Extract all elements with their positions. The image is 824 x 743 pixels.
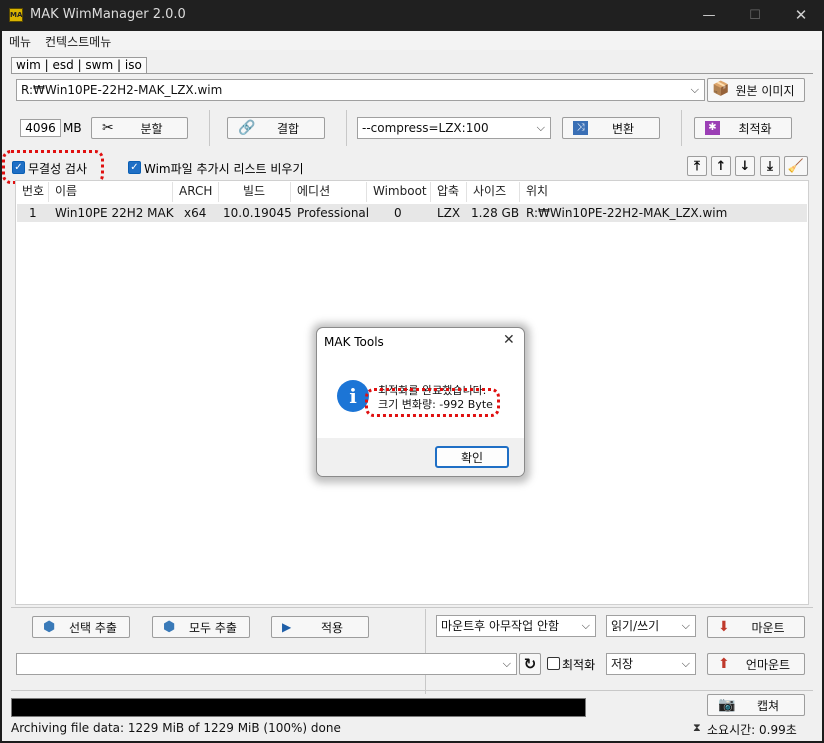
- split-size-input[interactable]: 4096: [20, 119, 61, 137]
- integrity-check-label: 무결성 검사: [28, 162, 88, 176]
- extract-all-button[interactable]: ⬢ 모두 추출: [152, 616, 250, 638]
- mount-button[interactable]: ⬇ 마운트: [707, 616, 805, 638]
- menu-item-context[interactable]: 컨텍스트메뉴: [45, 33, 111, 50]
- chevron-down-icon: ⌵: [681, 619, 690, 632]
- cube-icon: ⬢: [43, 619, 56, 635]
- unmount-button[interactable]: ⬆ 언마운트: [707, 653, 805, 675]
- chevron-down-icon: ⌵: [690, 83, 699, 96]
- status-text: Archiving file data: 1229 MiB of 1229 Mi…: [11, 721, 341, 735]
- link-icon: 🔗: [238, 120, 256, 136]
- column-header-arch[interactable]: ARCH: [173, 182, 219, 202]
- chevron-down-icon: ⌵: [681, 657, 690, 670]
- panel-divider: [11, 690, 813, 691]
- elapsed-time: 소요시간: 0.99초: [707, 723, 797, 737]
- chevron-down-icon: ⌵: [581, 619, 590, 632]
- refresh-icon: ↻: [523, 655, 537, 673]
- column-header-build[interactable]: 빌드: [219, 182, 291, 202]
- upload-icon: ⬆: [718, 656, 730, 672]
- camera-icon: 📷: [718, 697, 736, 713]
- integrity-check-checkbox[interactable]: ✓: [12, 161, 25, 174]
- tab-format[interactable]: wim | esd | swm | iso: [11, 57, 147, 73]
- menu-bar: [2, 31, 822, 50]
- app-icon: MAK: [9, 8, 28, 22]
- cell-wimboot: 0: [394, 206, 402, 220]
- access-mode-combo[interactable]: 읽기/쓰기 ⌵: [606, 615, 696, 637]
- move-bottom-button[interactable]: ⤓: [760, 156, 780, 176]
- cell-num: 1: [29, 206, 37, 220]
- dialog-close-icon[interactable]: ✕: [503, 332, 515, 348]
- dialog-title: MAK Tools: [324, 335, 384, 349]
- gear-icon: ✱: [705, 121, 720, 135]
- convert-button[interactable]: ⤨ 변환: [562, 117, 660, 139]
- scissors-icon: ✂: [102, 120, 114, 136]
- panel-divider: [11, 607, 813, 608]
- cell-edition: Professional: [297, 206, 370, 220]
- cell-name: Win10PE 22H2 MAK: [55, 206, 174, 220]
- maximize-button[interactable]: ☐: [732, 0, 778, 31]
- refresh-button[interactable]: ↻: [519, 653, 541, 675]
- move-top-button[interactable]: ⤒: [687, 156, 707, 176]
- menu-item-menu[interactable]: 메뉴: [9, 33, 31, 50]
- capture-button[interactable]: 📷 캡쳐: [707, 694, 805, 716]
- toolbar-divider: [346, 110, 347, 146]
- download-icon: ⬇: [718, 619, 730, 635]
- column-header-edition[interactable]: 에디션: [291, 182, 367, 202]
- cube-icon: ⬢: [163, 619, 176, 635]
- cell-arch: x64: [184, 206, 207, 220]
- apply-button[interactable]: ▶ 적용: [271, 616, 369, 638]
- compress-option-combo[interactable]: --compress=LZX:100 ⌵: [357, 117, 551, 139]
- arrow-up-icon: ↑: [715, 158, 727, 174]
- arrow-top-icon: ⤒: [694, 158, 700, 174]
- save-mode-combo[interactable]: 저장 ⌵: [606, 653, 696, 675]
- source-path-text: R:₩Win10PE-22H2-MAK_LZX.wim: [21, 83, 223, 97]
- chevron-down-icon: ⌵: [536, 121, 545, 134]
- play-icon: ▶: [282, 620, 292, 634]
- optimize-button[interactable]: ✱ 최적화: [694, 117, 792, 139]
- shuffle-icon: ⤨: [573, 121, 588, 135]
- box-icon: 📦: [712, 81, 730, 97]
- mount-path-combo[interactable]: ⌵: [16, 653, 517, 675]
- source-path-combo[interactable]: R:₩Win10PE-22H2-MAK_LZX.wim ⌵: [16, 79, 705, 101]
- tab-divider: [11, 73, 813, 74]
- mount-optimize-checkbox[interactable]: [547, 657, 560, 670]
- column-header-size[interactable]: 사이즈: [467, 182, 520, 202]
- clear-list-checkbox[interactable]: ✓: [128, 161, 141, 174]
- column-header-wimboot[interactable]: Wimboot: [367, 182, 431, 202]
- split-button[interactable]: ✂ 분할: [91, 117, 188, 139]
- cell-size: 1.28 GB: [471, 206, 520, 220]
- move-down-button[interactable]: ↓: [735, 156, 755, 176]
- column-header-name[interactable]: 이름: [49, 182, 173, 202]
- cell-location: R:₩Win10PE-22H2-MAK_LZX.wim: [526, 206, 728, 220]
- dialog-message-line2: 크기 변화량: -992 Byte: [378, 398, 493, 411]
- column-header-compress[interactable]: 압축: [431, 182, 467, 202]
- cell-compress: LZX: [437, 206, 461, 220]
- close-button[interactable]: ✕: [778, 0, 824, 31]
- clear-list-label: Wim파일 추가시 리스트 비우기: [144, 162, 304, 176]
- minimize-button[interactable]: —: [686, 0, 732, 31]
- ok-button[interactable]: 확인: [435, 446, 509, 468]
- toolbar-divider: [681, 110, 682, 146]
- column-header-location[interactable]: 위치: [520, 182, 808, 202]
- source-image-button[interactable]: 📦 원본 이미지: [707, 78, 805, 102]
- move-up-button[interactable]: ↑: [711, 156, 731, 176]
- clean-list-button[interactable]: 🧹: [784, 156, 808, 176]
- after-mount-combo[interactable]: 마운트후 아무작업 안함 ⌵: [436, 615, 596, 637]
- hourglass-icon: ⧗: [693, 721, 701, 734]
- broom-icon: 🧹: [787, 158, 805, 174]
- split-unit-label: MB: [63, 121, 82, 135]
- arrow-bottom-icon: ⤓: [767, 158, 773, 174]
- toolbar-divider: [209, 110, 210, 146]
- progress-fill: [12, 699, 585, 716]
- panel-vdivider: [425, 609, 426, 694]
- chevron-down-icon: ⌵: [502, 657, 511, 670]
- extract-selected-button[interactable]: ⬢ 선택 추출: [32, 616, 130, 638]
- cell-build: 10.0.19045: [223, 206, 292, 220]
- arrow-down-icon: ↓: [739, 158, 751, 174]
- mount-optimize-label: 최적화: [562, 658, 596, 672]
- join-button[interactable]: 🔗 결합: [227, 117, 325, 139]
- column-header-num[interactable]: 번호: [16, 182, 49, 202]
- window-title: MAK WimManager 2.0.0: [30, 7, 186, 22]
